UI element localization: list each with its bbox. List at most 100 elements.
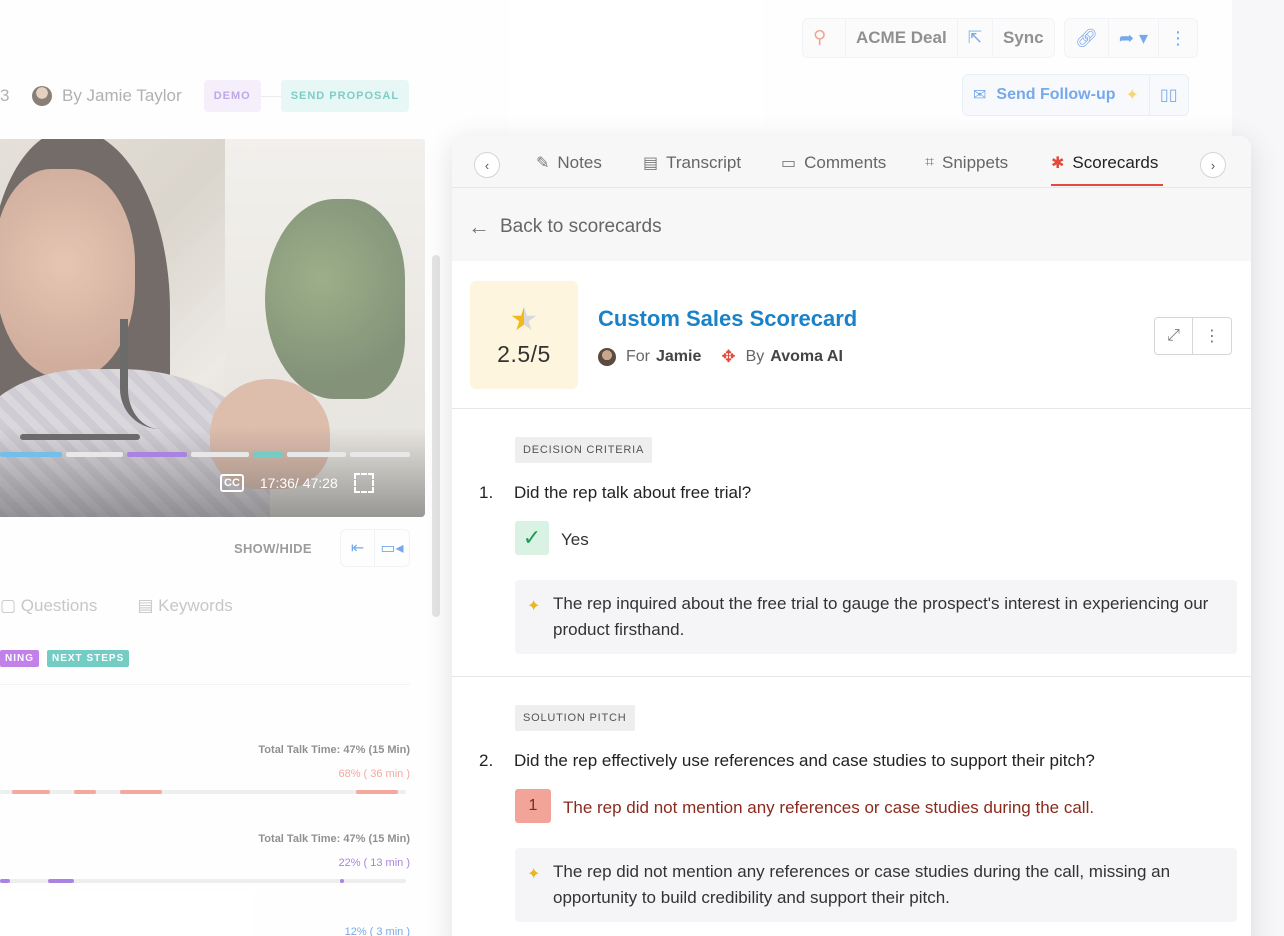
- video-person-face: [0, 169, 135, 379]
- avoma-logo-icon: ✥: [721, 347, 736, 366]
- talk-time-percent: 68% ( 36 min ): [338, 768, 410, 780]
- active-tab-indicator: [1051, 184, 1163, 186]
- chevron-right-icon: ›: [1210, 157, 1216, 173]
- tab-snippets[interactable]: ⌗ Snippets: [925, 153, 1008, 173]
- panel-tabbar: ‹ ✎ Notes ▤ Transcript ▭ Comments ⌗ Snip…: [452, 136, 1251, 188]
- expand-icon[interactable]: ⤢: [1155, 318, 1193, 354]
- left-tabs: ▢ Questions ▤ Keywords: [0, 596, 233, 616]
- tab-snippets-label: Snippets: [942, 153, 1009, 172]
- crm-deal-name[interactable]: ACME Deal: [846, 19, 958, 57]
- tab-transcript[interactable]: ▤ Transcript: [643, 153, 741, 173]
- for-name: Jamie: [656, 348, 702, 365]
- ai-summary-text: The rep did not mention any references o…: [553, 862, 1171, 907]
- for-label: For: [626, 348, 650, 365]
- talk-time-percent: 12% ( 3 min ): [344, 926, 410, 936]
- show-hide-toggle: ⇤ ▭◂: [340, 529, 410, 567]
- tab-notes[interactable]: ✎ Notes: [536, 153, 602, 173]
- back-to-scorecards-link[interactable]: ← Back to scorecards: [468, 214, 662, 240]
- tab-comments-label: Comments: [804, 153, 887, 172]
- score-badge[interactable]: 1: [515, 789, 551, 823]
- external-link-icon[interactable]: ⇱: [958, 19, 993, 57]
- meeting-owner: By Jamie Taylor: [62, 86, 182, 105]
- back-label: Back to scorecards: [500, 216, 662, 237]
- topic-tag[interactable]: NING: [0, 650, 39, 667]
- by-label: By: [745, 348, 765, 365]
- talk-time-row: 12% ( 3 min ): [0, 926, 410, 936]
- talk-time-track: [0, 790, 406, 794]
- score-value: 2.5/5: [497, 340, 551, 367]
- tabs-prev-button[interactable]: ‹: [474, 152, 500, 178]
- transcript-icon: ▤: [643, 155, 659, 172]
- checkmark-icon[interactable]: ✓: [515, 521, 549, 555]
- ai-summary-box: ✦ The rep did not mention any references…: [515, 848, 1237, 922]
- sparkle-icon: ✦: [527, 598, 541, 615]
- half-star-icon: ★: [509, 300, 539, 337]
- meeting-number: 3: [0, 86, 10, 105]
- avatar: [32, 86, 52, 106]
- video-toggle-icon[interactable]: ▭◂: [375, 530, 409, 566]
- comments-icon: ▭: [781, 155, 797, 172]
- by-name: Avoma AI: [770, 348, 843, 365]
- talk-time-row: Total Talk Time: 47% (15 Min) 68% ( 36 m…: [0, 744, 410, 794]
- left-scrollbar[interactable]: [432, 255, 440, 617]
- mail-icon: ✉: [973, 87, 987, 104]
- snippets-icon: ⌗: [925, 154, 935, 171]
- split-view-icon[interactable]: ▯▯: [1150, 75, 1188, 115]
- talk-time-row: Total Talk Time: 47% (15 Min) 22% ( 13 m…: [0, 833, 410, 883]
- criteria-tag: DECISION CRITERIA: [515, 437, 653, 463]
- captions-button[interactable]: CC: [220, 474, 244, 492]
- more-options-icon[interactable]: ⋮: [1159, 19, 1197, 57]
- question-section: DECISION CRITERIA 1. Did the rep talk ab…: [452, 409, 1251, 677]
- video-progress-bar[interactable]: [0, 452, 410, 457]
- tab-keywords-label: Keywords: [158, 596, 233, 615]
- stage-proposal-badge[interactable]: SEND PROPOSAL: [280, 80, 410, 112]
- tab-keywords[interactable]: ▤ Keywords: [137, 596, 232, 616]
- scorecard-meta: For Jamie ✥ By Avoma AI: [598, 347, 843, 367]
- question-text: Did the rep effectively use references a…: [514, 751, 1095, 770]
- send-followup-button[interactable]: ✉ Send Follow-up ✦: [963, 75, 1150, 115]
- tab-scorecards-label: Scorecards: [1072, 153, 1159, 172]
- action-group: 🔗︎ ➦ ▾ ⋮: [1064, 18, 1198, 58]
- hubspot-icon[interactable]: ⚲: [803, 19, 846, 57]
- send-followup-group: ✉ Send Follow-up ✦ ▯▯: [962, 74, 1189, 116]
- fullscreen-icon[interactable]: [353, 473, 374, 493]
- tab-comments[interactable]: ▭ Comments: [781, 153, 886, 173]
- answer-text: Yes: [561, 530, 589, 549]
- tab-scorecards[interactable]: ✱ Scorecards: [1051, 153, 1158, 173]
- divider: [0, 684, 410, 685]
- scorecard-actions: ⤢ ⋮: [1154, 317, 1232, 355]
- left-tags: NING NEXT STEPS: [0, 650, 130, 667]
- answer-text: The rep did not mention any references o…: [563, 798, 1095, 817]
- tab-questions[interactable]: ▢ Questions: [0, 596, 97, 616]
- question-number: 2.: [479, 751, 494, 770]
- sync-button[interactable]: Sync: [993, 19, 1054, 57]
- link-icon[interactable]: 🔗︎: [1065, 19, 1109, 57]
- avatar: [598, 348, 616, 366]
- ai-summary-box: ✦ The rep inquired about the free trial …: [515, 580, 1237, 654]
- question-section: SOLUTION PITCH 2. Did the rep effectivel…: [452, 677, 1251, 936]
- scorecard-panel: ‹ ✎ Notes ▤ Transcript ▭ Comments ⌗ Snip…: [452, 136, 1251, 936]
- show-hide-label: SHOW/HIDE: [234, 540, 312, 556]
- tab-transcript-label: Transcript: [666, 153, 742, 172]
- notes-icon: ✎: [536, 155, 550, 172]
- scorecard-header: ★ 2.5/5 Custom Sales Scorecard For Jamie…: [452, 261, 1251, 409]
- criteria-tag: SOLUTION PITCH: [515, 705, 635, 731]
- tabs-next-button[interactable]: ›: [1200, 152, 1226, 178]
- transcript-toggle-icon[interactable]: ⇤: [341, 530, 375, 566]
- scorecard-title[interactable]: Custom Sales Scorecard: [598, 306, 857, 332]
- question-number: 1.: [479, 483, 494, 502]
- share-icon[interactable]: ➦ ▾: [1109, 19, 1159, 57]
- send-followup-label: Send Follow-up: [996, 86, 1116, 103]
- next-steps-tag[interactable]: NEXT STEPS: [47, 650, 130, 667]
- video-timestamp: 17:36/ 47:28: [259, 475, 338, 491]
- talk-time-title: Total Talk Time: 47% (15 Min): [258, 744, 410, 756]
- crm-deal-group: ⚲ ACME Deal ⇱ Sync: [802, 18, 1055, 58]
- chevron-left-icon: ‹: [484, 157, 490, 173]
- score-box: ★ 2.5/5: [470, 281, 578, 389]
- tab-questions-label: Questions: [20, 596, 98, 615]
- more-options-icon[interactable]: ⋮: [1193, 318, 1231, 354]
- arrow-left-icon: ←: [468, 214, 490, 239]
- video-controls: CC 17:36/ 47:28: [220, 473, 374, 493]
- stage-demo-badge[interactable]: DEMO: [203, 80, 261, 112]
- video-player[interactable]: CC 17:36/ 47:28: [0, 139, 425, 517]
